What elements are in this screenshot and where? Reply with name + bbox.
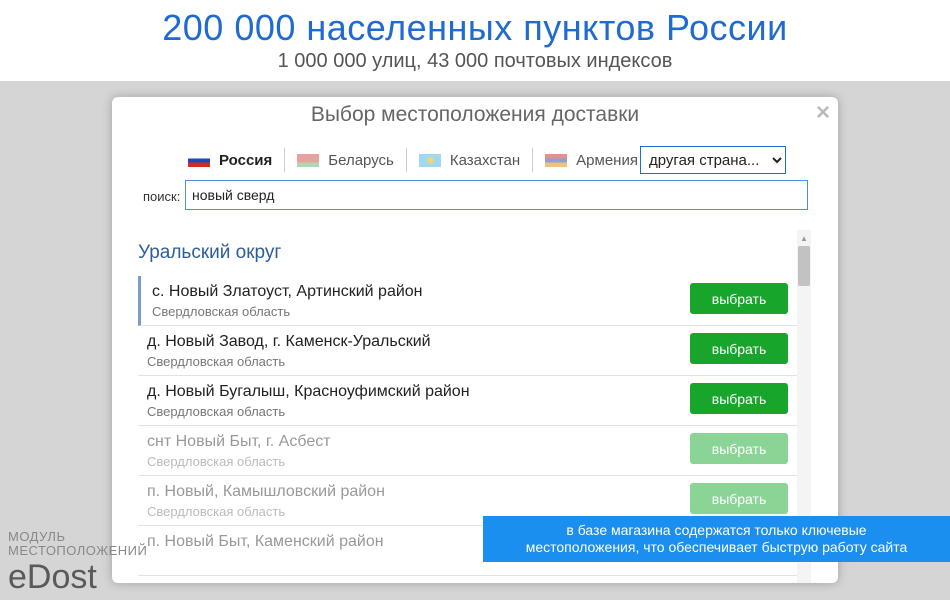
scroll-up-icon[interactable]: ▲ bbox=[800, 234, 808, 243]
select-button[interactable]: выбрать bbox=[690, 383, 788, 414]
flag-kz-icon bbox=[418, 153, 441, 167]
info-tooltip: в базе магазина содержатся только ключев… bbox=[483, 516, 950, 562]
promo-banner: 200 000 населенных пунктов России 1 000 … bbox=[0, 0, 950, 81]
dialog-title: Выбор местоположения доставки bbox=[310, 103, 640, 126]
search-input[interactable] bbox=[185, 180, 808, 210]
list-item[interactable]: д. Новый Завод, г. Каменск-Уральский Све… bbox=[138, 326, 797, 376]
country-tabs: Россия Беларусь Казахстан Армения bbox=[176, 147, 650, 173]
select-button[interactable]: выбрать bbox=[690, 483, 788, 514]
search-label: поиск: bbox=[143, 189, 181, 204]
tab-label: Армения bbox=[576, 151, 638, 169]
watermark-line-1: МОДУЛЬ bbox=[8, 529, 66, 544]
tab-belarus[interactable]: Беларусь bbox=[284, 148, 406, 172]
region-heading: Уральский округ bbox=[138, 242, 282, 263]
list-item[interactable]: д. Новый Бугалыш, Красноуфимский район С… bbox=[138, 376, 797, 426]
tab-label: Беларусь bbox=[328, 151, 394, 169]
close-icon[interactable]: × bbox=[816, 99, 830, 127]
flag-am-icon bbox=[545, 153, 568, 167]
brand-logo: eDost bbox=[8, 558, 97, 596]
tab-label: Казахстан bbox=[449, 151, 521, 169]
watermark-line-2: МЕСТОПОЛОЖЕНИЙ bbox=[8, 543, 148, 558]
banner-subtitle: 1 000 000 улиц, 43 000 почтовых индексов bbox=[277, 50, 673, 72]
select-button[interactable]: выбрать bbox=[690, 283, 788, 314]
tab-kazakhstan[interactable]: Казахстан bbox=[405, 148, 532, 172]
select-button[interactable]: выбрать bbox=[690, 333, 788, 364]
other-country-select[interactable]: другая страна... bbox=[640, 146, 786, 174]
scroll-thumb[interactable] bbox=[798, 246, 810, 286]
list-item[interactable]: с. Новый Златоуст, Артинский район Сверд… bbox=[138, 276, 797, 326]
tooltip-line-2: местоположения, что обеспечивает быструю… bbox=[525, 539, 908, 555]
flag-ru-icon bbox=[188, 153, 210, 167]
tooltip-line-1: в базе магазина содержатся только ключев… bbox=[566, 522, 867, 538]
tab-label: Россия bbox=[219, 151, 273, 169]
tab-russia[interactable]: Россия bbox=[176, 148, 284, 172]
location-dialog: Выбор местоположения доставки × Россия Б… bbox=[112, 97, 838, 583]
select-button[interactable]: выбрать bbox=[690, 433, 788, 464]
flag-by-icon bbox=[297, 153, 320, 167]
tab-armenia[interactable]: Армения bbox=[532, 148, 650, 172]
banner-title: 200 000 населенных пунктов России bbox=[162, 7, 788, 48]
list-item[interactable]: снт Новый Быт, г. Асбест Свердловская об… bbox=[138, 426, 797, 476]
